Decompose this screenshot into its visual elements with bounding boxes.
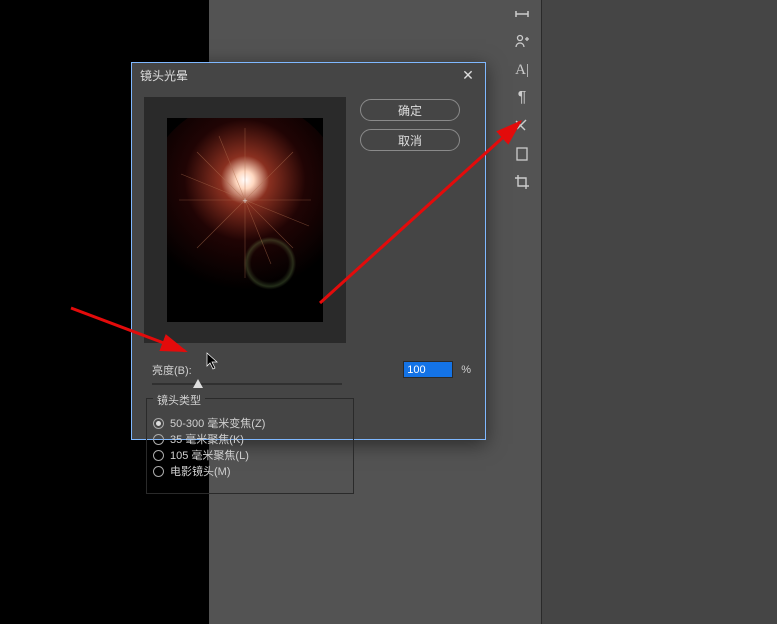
brightness-slider[interactable] xyxy=(152,383,342,385)
slider-thumb[interactable] xyxy=(193,379,203,388)
close-icon[interactable]: ✕ xyxy=(459,66,477,84)
ok-button[interactable]: 确定 xyxy=(360,99,460,121)
radio-icon[interactable] xyxy=(153,450,164,461)
brightness-label: 亮度(B): xyxy=(152,362,192,378)
lens-type-option[interactable]: 50-300 毫米变焦(Z) xyxy=(153,415,347,431)
lens-type-option[interactable]: 105 毫米聚焦(L) xyxy=(153,447,347,463)
lens-flare-preview-image: + xyxy=(167,118,323,322)
radio-icon[interactable] xyxy=(153,434,164,445)
crop-icon[interactable] xyxy=(508,170,536,194)
cancel-button[interactable]: 取消 xyxy=(360,129,460,151)
radio-icon[interactable] xyxy=(153,466,164,477)
lens-type-option[interactable]: 35 毫米聚焦(K) xyxy=(153,431,347,447)
percent-label: % xyxy=(461,364,471,376)
radio-icon[interactable] xyxy=(153,418,164,429)
dialog-titlebar[interactable]: 镜头光晕 ✕ xyxy=(132,63,485,87)
paragraph-icon[interactable]: ¶ xyxy=(508,86,536,110)
radio-label: 35 毫米聚焦(K) xyxy=(170,431,244,447)
lens-flare-dialog: 镜头光晕 ✕ xyxy=(131,62,486,440)
radio-label: 105 毫米聚焦(L) xyxy=(170,447,249,463)
vertical-toolbar: A| ¶ xyxy=(504,0,540,194)
text-icon[interactable]: A| xyxy=(508,58,536,82)
preview-area[interactable]: + xyxy=(144,97,346,343)
right-panel xyxy=(541,0,777,624)
user-icon[interactable] xyxy=(508,30,536,54)
radio-label: 50-300 毫米变焦(Z) xyxy=(170,415,265,431)
tools-icon[interactable] xyxy=(508,114,536,138)
document-icon[interactable] xyxy=(508,142,536,166)
lens-type-option[interactable]: 电影镜头(M) xyxy=(153,463,347,479)
lens-type-group: 镜头类型 50-300 毫米变焦(Z)35 毫米聚焦(K)105 毫米聚焦(L)… xyxy=(146,398,354,494)
brightness-input[interactable] xyxy=(403,361,453,378)
dialog-title-text: 镜头光晕 xyxy=(140,67,188,84)
svg-text:+: + xyxy=(242,196,247,206)
lens-type-legend: 镜头类型 xyxy=(153,392,205,408)
measure-icon[interactable] xyxy=(508,2,536,26)
radio-label: 电影镜头(M) xyxy=(170,463,231,479)
